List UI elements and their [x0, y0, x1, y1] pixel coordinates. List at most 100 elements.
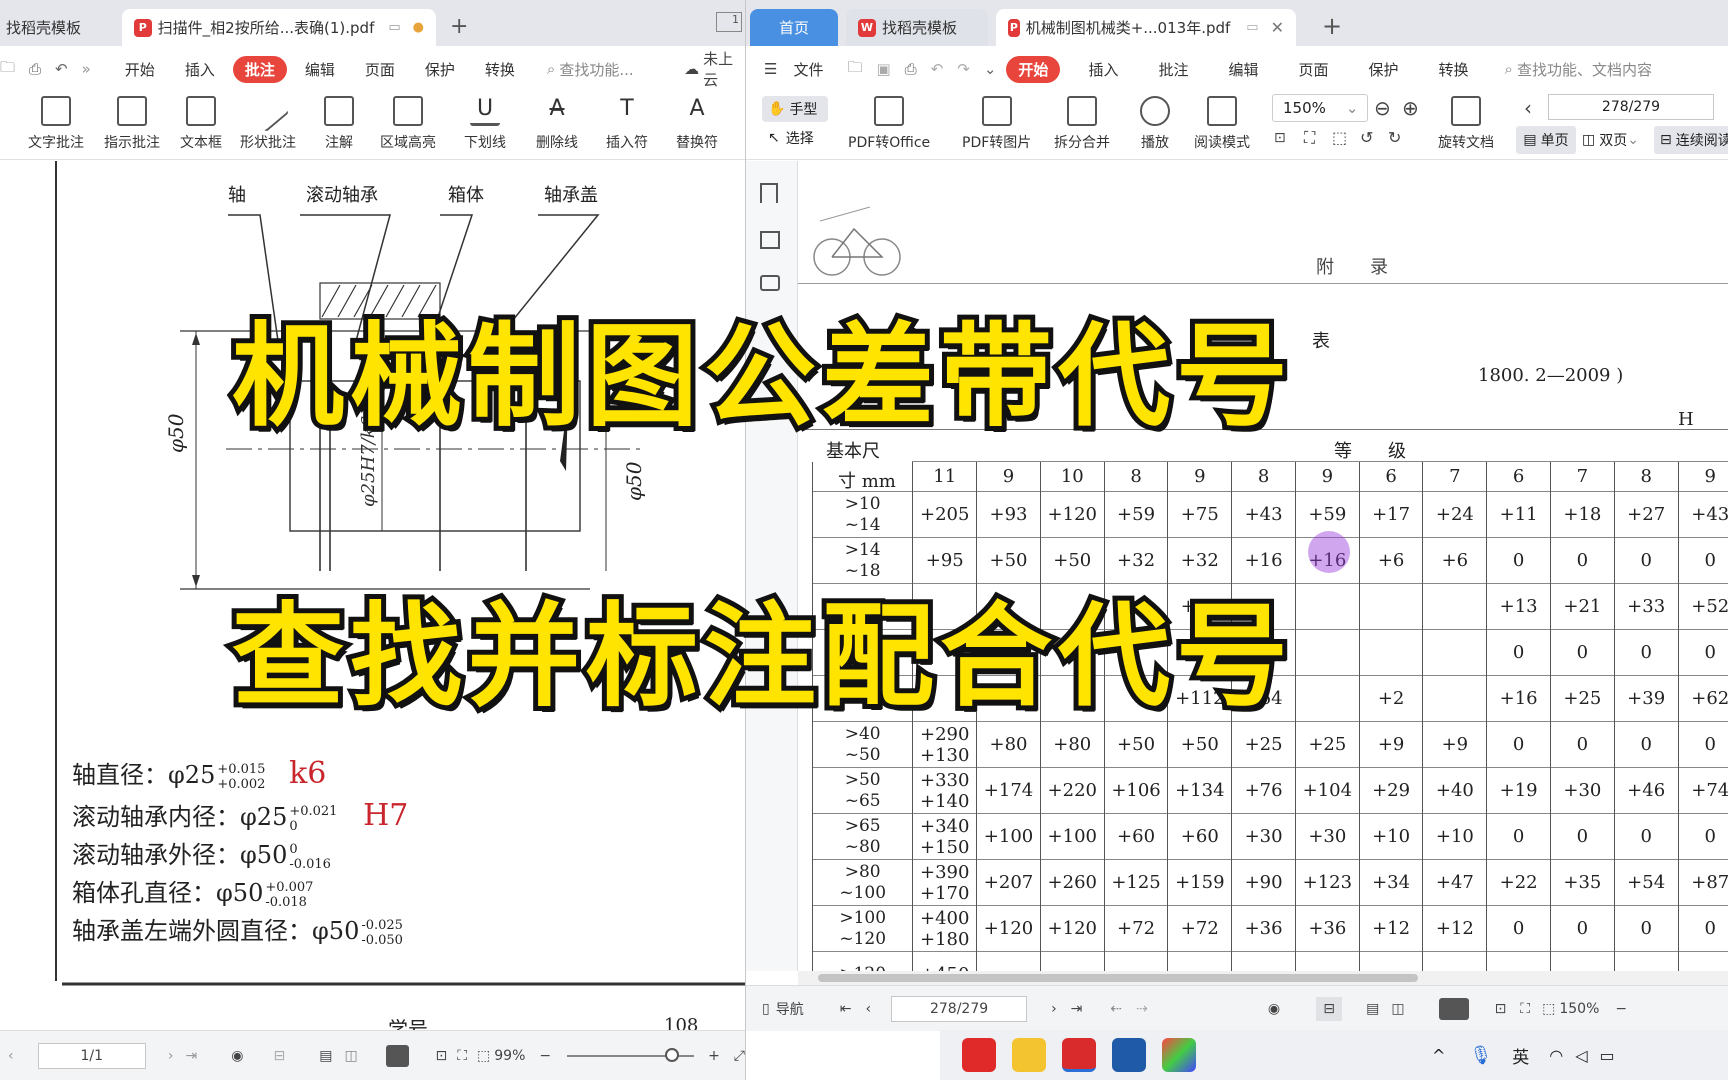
nav-label[interactable]: 导航	[776, 999, 804, 1019]
save-icon[interactable]: ▣	[876, 60, 890, 78]
fit-width-icon[interactable]: ⬚	[1542, 1001, 1555, 1017]
last-page-icon[interactable]: ⇥	[1071, 1001, 1083, 1017]
tab-template[interactable]: W 找稻壳模板	[846, 9, 988, 46]
strikethrough-tool[interactable]: A 删除线	[536, 96, 578, 152]
hamburger-icon[interactable]: ☰	[764, 60, 777, 78]
play-icon[interactable]	[1438, 997, 1469, 1020]
zoom-out-icon[interactable]: ⊖	[1374, 96, 1391, 120]
menu-convert[interactable]: 转换	[1427, 56, 1481, 83]
menu-insert[interactable]: 插入	[173, 56, 227, 83]
comment-tool[interactable]: 注解	[324, 96, 354, 152]
bookmark-icon[interactable]	[760, 183, 778, 203]
zoom-slider[interactable]	[567, 1047, 695, 1062]
select-tool[interactable]: ↖ 选择	[768, 128, 814, 148]
print-icon[interactable]: ⎙	[905, 60, 917, 78]
fit-width-icon[interactable]: ⬚	[477, 1048, 490, 1064]
pdf-to-image-tool[interactable]: PDF转图片	[962, 96, 1031, 152]
thumbnail-icon[interactable]	[760, 231, 780, 249]
menu-page[interactable]: 页面	[353, 56, 407, 83]
cloud-status[interactable]: 未上云	[703, 48, 745, 90]
tab-template[interactable]: 找稻壳模板	[0, 9, 116, 46]
undo-icon[interactable]: ↶	[55, 60, 68, 78]
wps-icon[interactable]	[962, 1038, 996, 1072]
menu-start[interactable]: 开始	[113, 56, 167, 83]
text-note-tool[interactable]: 文字批注	[28, 96, 84, 152]
menu-edit[interactable]: 编辑	[1216, 56, 1270, 83]
open-icon[interactable]: 🗀	[847, 57, 862, 82]
fit-page-icon[interactable]: ⛶	[457, 1048, 467, 1064]
page-number-input[interactable]: 278/279	[1548, 94, 1714, 120]
prev-page-icon[interactable]: ‹	[8, 1048, 14, 1064]
reading-mode-tool[interactable]: 阅读模式	[1194, 96, 1250, 152]
print-icon[interactable]: ⎙	[29, 60, 41, 78]
tab-window-icon[interactable]: ▭	[1246, 20, 1258, 35]
continuous-view[interactable]: ⊟ 连续阅读	[1654, 126, 1728, 154]
close-tab-icon[interactable]: ✕	[1271, 18, 1284, 37]
rotate-document-tool[interactable]: 旋转文档	[1438, 96, 1494, 152]
insert-mark-tool[interactable]: T 插入符	[606, 96, 648, 152]
area-highlight-tool[interactable]: 区域高亮	[380, 96, 436, 152]
ime-indicator[interactable]: 英	[1512, 1043, 1529, 1068]
microphone-icon[interactable]: 🎙	[1469, 1045, 1492, 1066]
shape-note-tool[interactable]: 形状批注	[240, 89, 296, 152]
zoom-out-icon[interactable]: −	[539, 1048, 551, 1064]
fit-page-icon[interactable]: ⛶	[1520, 1001, 1530, 1017]
menu-edit[interactable]: 编辑	[293, 56, 347, 83]
next-page-icon[interactable]: ›	[168, 1048, 174, 1064]
fit-page-icon[interactable]: ⛶	[1304, 128, 1315, 148]
menu-protect[interactable]: 保护	[413, 56, 467, 83]
search-input[interactable]: 查找功能、文档内容	[1517, 59, 1652, 80]
pdf-to-office-tool[interactable]: PDF转Office	[848, 96, 930, 152]
paint-icon[interactable]	[1162, 1038, 1196, 1072]
folder-icon[interactable]	[1012, 1038, 1046, 1072]
hand-tool[interactable]: ✋ 手型	[762, 96, 828, 122]
fit-width-icon[interactable]: ⬚	[1332, 128, 1347, 147]
chevron-up-icon[interactable]: ^	[1432, 1046, 1445, 1065]
menu-annotate[interactable]: 批注	[232, 55, 287, 83]
eye-protect-icon[interactable]: ◉	[1268, 1001, 1280, 1017]
menu-insert[interactable]: 插入	[1076, 56, 1130, 83]
rotate-right-icon[interactable]: ↻	[1388, 128, 1401, 147]
actual-size-icon[interactable]: ⊡	[435, 1048, 447, 1064]
search-input[interactable]: 查找功能...	[559, 59, 680, 80]
horizontal-scrollbar[interactable]	[798, 971, 1728, 985]
back-icon[interactable]: ⇠	[1110, 1001, 1122, 1017]
double-page-view[interactable]: ◫ 双页 ⌄	[1582, 130, 1639, 150]
page-count-icon[interactable]: 1	[716, 12, 742, 32]
tab-mech-drawing-pdf[interactable]: P 机械制图机械类+...013年.pdf ▭ ✕	[996, 9, 1296, 46]
textbox-tool[interactable]: 文本框	[180, 96, 222, 152]
more-icon[interactable]: »	[82, 60, 91, 78]
undo-icon[interactable]: ↶	[931, 60, 944, 78]
zoom-slider-thumb[interactable]	[665, 1047, 680, 1062]
menu-protect[interactable]: 保护	[1357, 56, 1411, 83]
underline-tool[interactable]: U 下划线	[464, 96, 506, 152]
zoom-out-icon[interactable]: −	[1615, 1001, 1627, 1017]
menu-annotate[interactable]: 批注	[1146, 56, 1200, 83]
screen-recorder-icon[interactable]	[1112, 1038, 1146, 1072]
double-page-icon[interactable]: ◫	[1391, 1001, 1404, 1017]
fit-icon[interactable]: ⊟	[273, 1048, 285, 1064]
next-page-icon[interactable]: ›	[1051, 1001, 1057, 1017]
last-page-icon[interactable]: ⇥	[186, 1048, 198, 1064]
zoom-select[interactable]: 150% ⌄	[1272, 94, 1368, 122]
eye-protect-icon[interactable]: ◉	[231, 1048, 243, 1064]
forward-icon[interactable]: ⇢	[1136, 1001, 1148, 1017]
menu-start[interactable]: 开始	[1006, 55, 1061, 83]
actual-size-icon[interactable]: ⊡	[1495, 1001, 1507, 1017]
new-tab-icon[interactable]: +	[1322, 12, 1342, 40]
prev-page-icon[interactable]: ‹	[865, 1001, 871, 1017]
actual-size-icon[interactable]: ⊡	[1274, 130, 1286, 146]
zoom-value[interactable]: 150%	[1559, 1001, 1599, 1017]
page-number-input[interactable]: 278/279	[891, 995, 1028, 1022]
fullscreen-icon[interactable]: ⤢	[734, 1048, 745, 1064]
tab-window-icon[interactable]: ▭	[388, 20, 400, 35]
tab-home[interactable]: 首页	[750, 9, 838, 46]
zoom-in-icon[interactable]: +	[708, 1048, 720, 1064]
zoom-in-icon[interactable]: ⊕	[1402, 96, 1419, 120]
battery-icon[interactable]: ▭	[1600, 1046, 1615, 1065]
rotate-left-icon[interactable]: ↺	[1360, 128, 1373, 147]
new-tab-icon[interactable]: +	[450, 14, 468, 39]
double-page-icon[interactable]: ◫	[344, 1048, 357, 1064]
redo-icon[interactable]: ↷	[957, 60, 970, 78]
menu-file[interactable]: 文件	[781, 56, 835, 83]
